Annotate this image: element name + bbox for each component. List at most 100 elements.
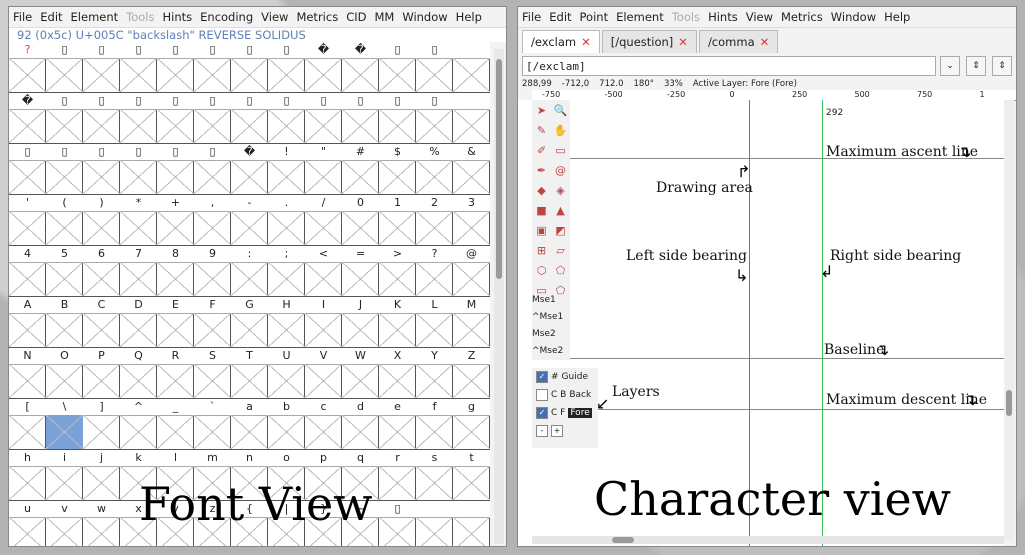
menu-file[interactable]: File — [9, 10, 36, 24]
glyph-cell[interactable]: D — [120, 297, 157, 348]
glyph-cell[interactable]: J — [342, 297, 379, 348]
glyph-cell[interactable]: F — [194, 297, 231, 348]
glyph-cell[interactable]: ^ — [120, 399, 157, 450]
glyph-cell[interactable]: N — [9, 348, 46, 399]
hand-icon[interactable]: ✋ — [551, 120, 570, 140]
canvas-vertical-scrollbar[interactable] — [1004, 100, 1014, 540]
corner-point-icon[interactable]: ■ — [532, 200, 551, 220]
menu-tools[interactable]: Tools — [668, 10, 704, 24]
glyph-cell[interactable]: b — [268, 399, 305, 450]
prev-glyph-button[interactable]: ⇕ — [966, 56, 986, 76]
glyph-cell[interactable]: g — [453, 399, 490, 450]
glyph-cell[interactable]: ▯ — [379, 42, 416, 93]
dropdown-button[interactable]: ⌄ — [940, 56, 960, 76]
glyph-cell[interactable]: + — [157, 195, 194, 246]
glyph-cell[interactable]: Q — [120, 348, 157, 399]
menu-window[interactable]: Window — [398, 10, 451, 24]
menu-point[interactable]: Point — [576, 10, 613, 24]
layer-visible-checkbox[interactable]: ✓ — [536, 371, 548, 383]
skew-icon[interactable]: ▱ — [551, 240, 570, 260]
glyph-cell[interactable]: B — [46, 297, 83, 348]
glyph-cell[interactable]: ▯ — [120, 42, 157, 93]
glyph-cell[interactable] — [416, 501, 453, 546]
layer-name[interactable]: Fore — [568, 408, 592, 418]
glyph-cell[interactable]: ; — [268, 246, 305, 297]
glyph-cell[interactable] — [453, 501, 490, 546]
font-view-scrollbar[interactable] — [494, 49, 504, 544]
glyph-cell[interactable]: j — [83, 450, 120, 501]
close-icon[interactable]: ✕ — [760, 35, 770, 49]
glyph-cell[interactable]: = — [342, 246, 379, 297]
glyph-cell[interactable]: ▯ — [305, 93, 342, 144]
curve-point-icon[interactable]: ◆ — [532, 180, 551, 200]
glyph-cell[interactable]: � — [342, 42, 379, 93]
glyph-cell[interactable]: ( — [46, 195, 83, 246]
glyph-cell[interactable]: 4 — [9, 246, 46, 297]
close-icon[interactable]: ✕ — [581, 35, 591, 49]
canvas-horizontal-scrollbar[interactable] — [532, 536, 1004, 544]
ruler-icon[interactable]: ▭ — [551, 140, 570, 160]
glyph-cell[interactable]: $ — [379, 144, 416, 195]
add-layer-button[interactable]: + — [551, 425, 563, 437]
glyph-cell[interactable]: a — [231, 399, 268, 450]
glyph-cell[interactable]: v — [46, 501, 83, 546]
glyph-cell[interactable]: u — [9, 501, 46, 546]
glyph-cell[interactable]: ▯ — [157, 93, 194, 144]
menu-tools[interactable]: Tools — [122, 10, 158, 24]
glyph-cell[interactable]: ▯ — [157, 144, 194, 195]
glyph-cell[interactable]: ) — [83, 195, 120, 246]
layer-row[interactable]: ✓ # Guide — [532, 368, 598, 386]
glyph-cell[interactable]: G — [231, 297, 268, 348]
menu-metrics[interactable]: Metrics — [777, 10, 827, 24]
glyph-cell[interactable]: - — [231, 195, 268, 246]
menu-metrics[interactable]: Metrics — [292, 10, 342, 24]
spiro-icon[interactable]: @ — [551, 160, 570, 180]
glyph-cell[interactable]: & — [453, 144, 490, 195]
pen-icon[interactable]: ✒ — [532, 160, 551, 180]
glyph-cell[interactable]: � — [231, 144, 268, 195]
glyph-cell[interactable]: ▯ — [46, 42, 83, 93]
layer-name[interactable]: Back — [569, 390, 591, 400]
glyph-cell[interactable]: i — [46, 450, 83, 501]
layer-visible-checkbox[interactable] — [536, 389, 548, 401]
tab-glyph[interactable]: /exclam ✕ — [522, 30, 600, 53]
glyph-cell[interactable]: * — [120, 195, 157, 246]
next-glyph-button[interactable]: ⇕ — [992, 56, 1012, 76]
knife-icon[interactable]: ✐ — [532, 140, 551, 160]
tab-glyph[interactable]: /comma ✕ — [698, 30, 779, 53]
glyph-cell[interactable]: Y — [416, 348, 453, 399]
glyph-cell[interactable]: \ — [46, 399, 83, 450]
menu-help[interactable]: Help — [880, 10, 914, 24]
menu-file[interactable]: File — [518, 10, 545, 24]
layer-name[interactable]: Guide — [562, 372, 588, 382]
glyph-cell[interactable]: 6 — [83, 246, 120, 297]
glyph-cell[interactable]: ! — [268, 144, 305, 195]
menu-hints[interactable]: Hints — [159, 10, 197, 24]
glyph-cell[interactable]: � — [9, 93, 46, 144]
glyph-cell[interactable]: _ — [157, 399, 194, 450]
glyph-cell[interactable]: K — [379, 297, 416, 348]
glyph-cell[interactable]: ' — [9, 195, 46, 246]
glyph-name-field[interactable]: [/exclam] — [522, 56, 936, 76]
close-icon[interactable]: ✕ — [678, 35, 688, 49]
scroll-thumb[interactable] — [1006, 390, 1012, 416]
glyph-cell[interactable]: h — [9, 450, 46, 501]
pencil-icon[interactable]: ✎ — [532, 120, 551, 140]
glyph-cell[interactable]: ▯ — [120, 144, 157, 195]
glyph-cell[interactable]: ? — [9, 42, 46, 93]
glyph-cell[interactable]: ? — [416, 246, 453, 297]
menu-view[interactable]: View — [742, 10, 777, 24]
glyph-cell[interactable]: . — [268, 195, 305, 246]
glyph-cell[interactable]: W — [342, 348, 379, 399]
glyph-cell[interactable]: ▯ — [194, 42, 231, 93]
glyph-cell[interactable]: S — [194, 348, 231, 399]
glyph-cell[interactable]: ▯ — [157, 42, 194, 93]
glyph-cell[interactable]: ▯ — [379, 501, 416, 546]
glyph-cell[interactable]: 8 — [157, 246, 194, 297]
glyph-cell[interactable]: ▯ — [46, 93, 83, 144]
menu-cid[interactable]: CID — [342, 10, 370, 24]
glyph-cell[interactable]: 5 — [46, 246, 83, 297]
glyph-cell[interactable]: ▯ — [342, 93, 379, 144]
glyph-cell[interactable]: e — [379, 399, 416, 450]
glyph-cell[interactable]: ▯ — [416, 42, 453, 93]
